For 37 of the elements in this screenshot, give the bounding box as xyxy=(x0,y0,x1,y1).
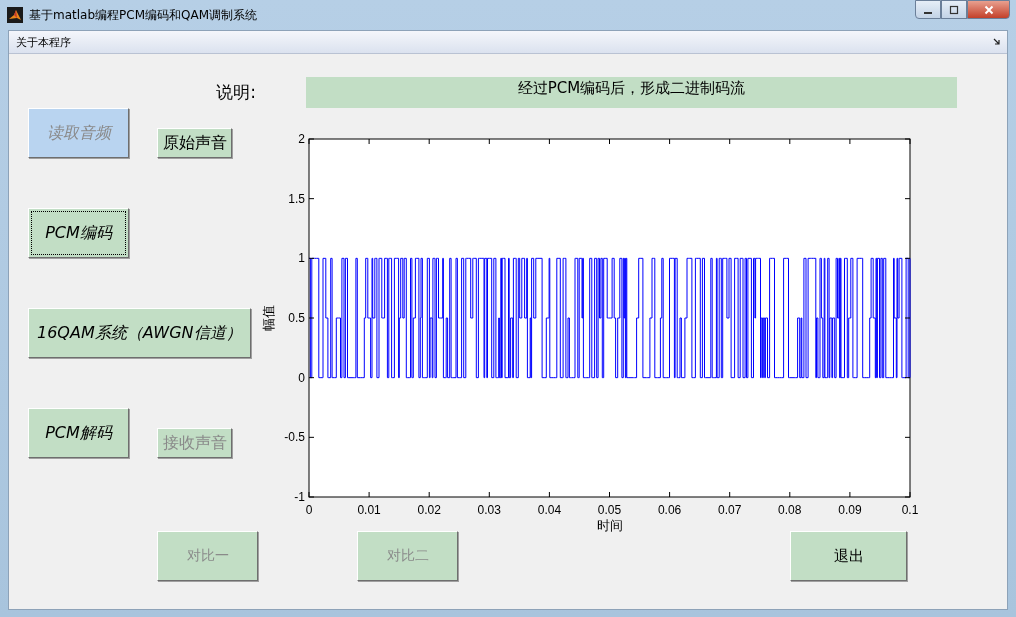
axis-tick-label: -0.5 xyxy=(284,430,305,445)
axis-tick-label: 0.09 xyxy=(838,503,862,517)
x-axis-label: 时间 xyxy=(596,518,623,533)
action-button[interactable]: PCM编码 xyxy=(28,208,129,258)
menu-item[interactable]: 关于本程序 xyxy=(15,34,993,50)
axis-tick-label: 0 xyxy=(305,503,313,517)
minimize-icon xyxy=(924,11,932,14)
y-axis-label: 幅值 xyxy=(261,305,276,331)
axis-tick-label: 0.06 xyxy=(657,503,682,517)
axis-tick-label: -1 xyxy=(294,490,305,504)
axis-tick-label: 0 xyxy=(298,370,305,385)
axis-tick-label: 0.07 xyxy=(718,503,742,517)
axis-tick-label: 0.02 xyxy=(417,503,441,517)
axis-tick-label: 0.01 xyxy=(357,503,381,517)
axis-tick-label: 1 xyxy=(298,251,305,266)
axis-tick-label: 0.1 xyxy=(901,503,919,517)
action-button[interactable]: 退出 xyxy=(790,531,907,581)
dock-arrow-icon[interactable] xyxy=(993,38,1001,46)
action-button[interactable]: 16QAM系统（AWGN信道） xyxy=(28,308,251,358)
axis-tick-label: 0.04 xyxy=(537,503,562,517)
axis-tick-label: 0.03 xyxy=(477,503,501,517)
description-label: 说明: xyxy=(215,81,256,104)
axis-tick-label: 2 xyxy=(298,133,305,146)
close-button[interactable] xyxy=(967,0,1010,19)
maximize-icon xyxy=(949,4,959,15)
app-icon xyxy=(7,7,23,23)
axis-tick-label: 0.08 xyxy=(778,503,802,517)
window-title: 基于matlab编程PCM编码和QAM调制系统 xyxy=(29,6,259,24)
axis-tick-label: 1.5 xyxy=(288,191,305,206)
close-icon xyxy=(983,4,994,15)
action-button[interactable]: PCM解码 xyxy=(28,408,129,458)
axis-tick-label: 0.05 xyxy=(597,503,622,517)
minimize-button[interactable] xyxy=(915,0,941,19)
axis-tick-label: 0.5 xyxy=(288,311,305,325)
description-text: 经过PCM编码后，形成二进制码流 xyxy=(306,77,957,108)
maximize-button[interactable] xyxy=(941,0,967,19)
action-button[interactable]: 原始声音 xyxy=(157,128,232,158)
